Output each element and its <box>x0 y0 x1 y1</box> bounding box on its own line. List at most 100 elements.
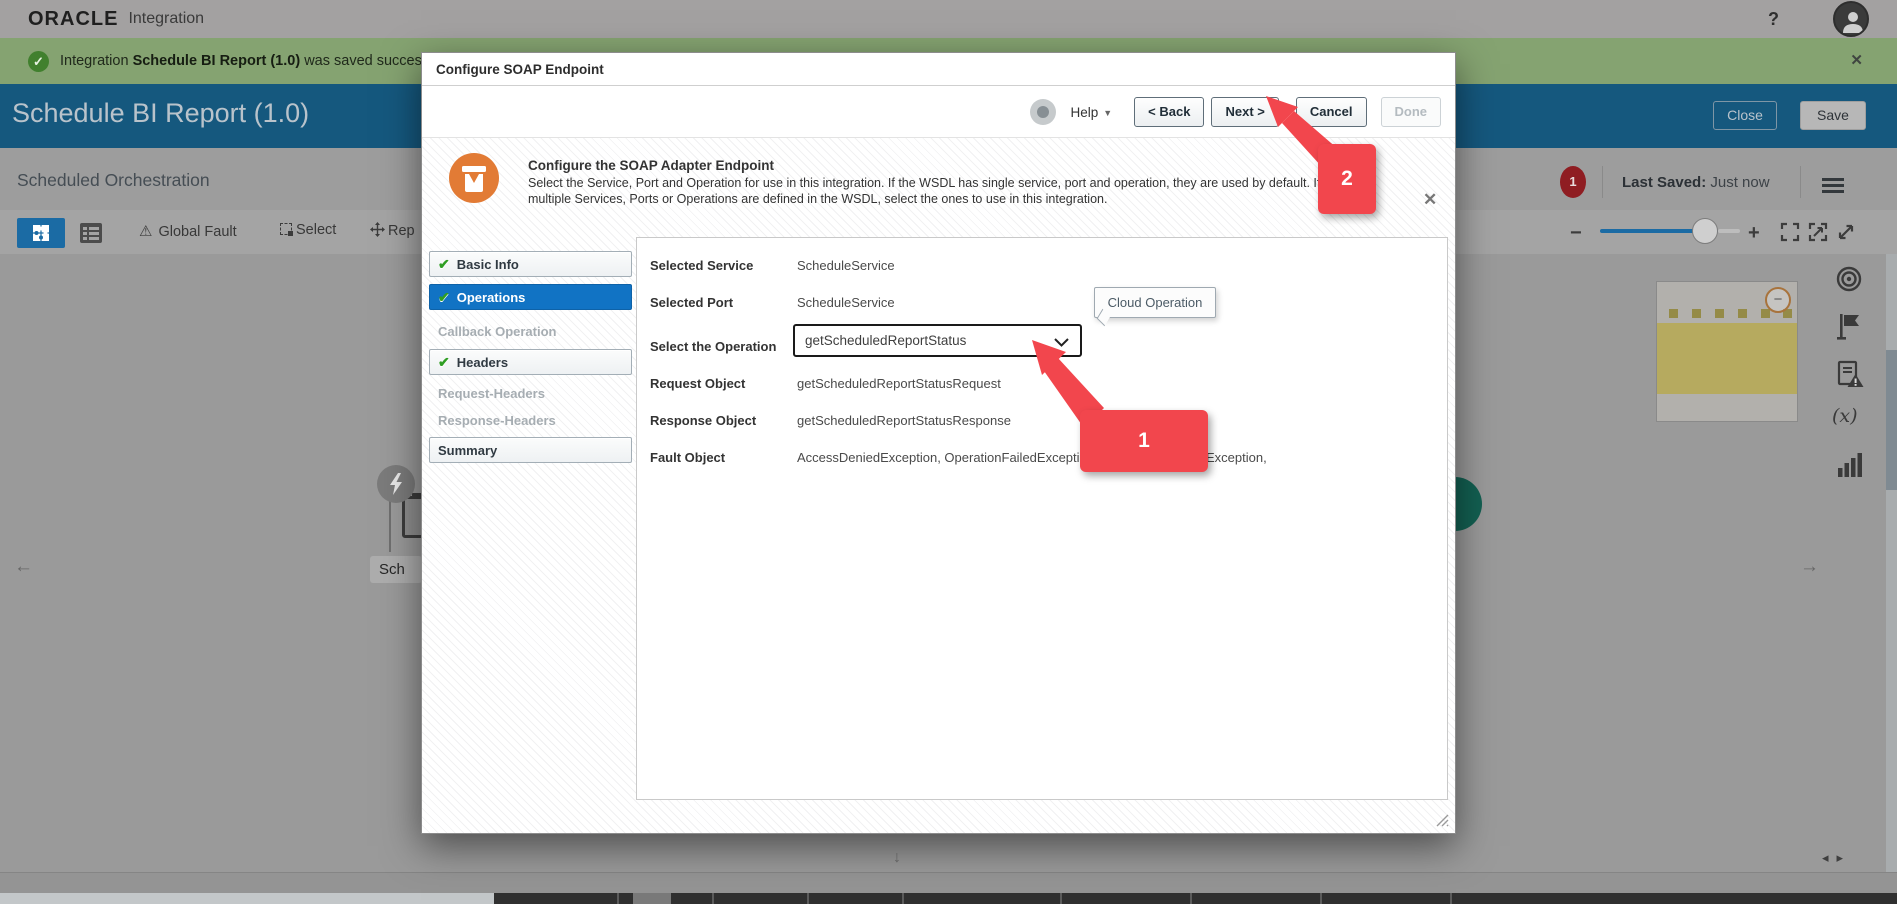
move-icon <box>370 222 385 237</box>
reposition-label: Rep <box>388 223 415 239</box>
help-menu[interactable]: Help <box>1070 105 1098 120</box>
check-icon <box>438 256 450 273</box>
canvas-view-button[interactable] <box>17 218 65 248</box>
puzzle-icon <box>31 223 51 243</box>
annotation-step-1: 1 <box>1080 410 1208 472</box>
last-saved-status: Last Saved: Just now <box>1622 174 1770 191</box>
reposition-tool-button[interactable]: Rep <box>370 222 415 239</box>
warning-icon: ⚠ <box>139 223 152 240</box>
step-summary[interactable]: Summary <box>429 437 632 463</box>
step-label: Callback Operation <box>438 324 556 339</box>
zoom-slider-track-rest <box>1718 229 1740 233</box>
soap-adapter-icon <box>449 153 499 203</box>
step-label: Basic Info <box>457 257 519 272</box>
step-request-headers: Request-Headers <box>429 381 632 405</box>
close-integration-button[interactable]: Close <box>1713 101 1777 130</box>
select-marquee-icon <box>280 223 292 235</box>
operations-form: Selected Service ScheduleService Selecte… <box>636 237 1448 800</box>
next-button[interactable]: Next > <box>1211 97 1278 127</box>
field-value: ScheduleService <box>797 258 895 273</box>
dialog-description-line1: Select the Service, Port and Operation f… <box>528 176 1320 190</box>
metadata-view-button[interactable] <box>76 219 106 247</box>
vertical-scrollbar[interactable] <box>1886 254 1897 872</box>
step-response-headers: Response-Headers <box>429 408 632 432</box>
orchestration-title: Scheduled Orchestration <box>17 170 210 191</box>
cloud-operation-tooltip: Cloud Operation <box>1094 287 1216 318</box>
scrollbar-thumb[interactable] <box>1886 350 1897 490</box>
divider <box>1800 166 1801 198</box>
step-operations[interactable]: Operations <box>429 284 632 310</box>
flag-icon[interactable] <box>1836 312 1862 340</box>
step-label: Response-Headers <box>438 413 556 428</box>
oracle-logo: ORACLE <box>28 8 118 31</box>
scroll-left-icon[interactable]: ← <box>14 556 33 578</box>
dialog-toolbar: Help ▼ < Back Next > Cancel Done <box>422 87 1455 138</box>
error-count-badge[interactable]: 1 <box>1560 166 1586 198</box>
step-basic-info[interactable]: Basic Info <box>429 251 632 277</box>
chart-icon[interactable] <box>1836 452 1862 478</box>
variables-icon[interactable]: (x) <box>1832 405 1858 427</box>
step-headers[interactable]: Headers <box>429 349 632 375</box>
resize-grip[interactable] <box>1436 814 1449 827</box>
connector-line <box>389 500 391 552</box>
product-name: Integration <box>128 10 204 28</box>
zoom-in-button[interactable]: + <box>1748 222 1760 245</box>
dialog-status-icon <box>1030 99 1056 125</box>
zoom-fit-icon[interactable] <box>1808 222 1828 242</box>
field-label: Response Object <box>650 413 756 428</box>
help-caret-icon[interactable]: ▼ <box>1103 108 1112 118</box>
success-check-icon: ✓ <box>28 51 49 72</box>
expand-icon[interactable] <box>1836 222 1856 242</box>
dialog-title: Configure SOAP Endpoint <box>422 53 1455 86</box>
target-icon[interactable] <box>1836 266 1862 292</box>
taskbar-strip <box>0 893 1897 904</box>
step-label: Request-Headers <box>438 386 545 401</box>
minimap-band <box>1657 323 1797 394</box>
banner-message: Integration Schedule BI Report (1.0) was… <box>60 53 458 69</box>
schedule-node[interactable] <box>377 465 415 503</box>
global-fault-button[interactable]: ⚠Global Fault <box>139 222 237 240</box>
error-list-icon[interactable] <box>1836 360 1864 388</box>
field-label: Select the Operation <box>650 339 776 354</box>
page-title: Schedule BI Report (1.0) <box>12 98 309 129</box>
field-label: Request Object <box>650 376 745 391</box>
hscroll-arrows[interactable]: ◂▸ <box>1822 850 1851 866</box>
field-value: getScheduledReportStatusResponse <box>797 413 1011 428</box>
person-icon <box>1839 7 1867 35</box>
help-icon[interactable]: ? <box>1768 9 1779 30</box>
lightning-icon <box>388 473 404 495</box>
app-header: ORACLE Integration ? <box>0 0 1897 38</box>
select-tool-button[interactable]: Select <box>280 222 336 238</box>
check-icon <box>438 354 450 371</box>
zoom-slider-handle[interactable] <box>1692 218 1718 244</box>
step-callback-operation: Callback Operation <box>429 319 632 343</box>
operation-dropdown[interactable]: getScheduledReportStatus <box>793 324 1082 357</box>
user-avatar[interactable] <box>1833 1 1869 37</box>
back-button[interactable]: < Back <box>1134 97 1204 127</box>
step-label: Headers <box>457 355 508 370</box>
oracle-integration-screen: ORACLE Integration ? ✓ Integration Sched… <box>0 0 1897 904</box>
step-label: Summary <box>438 443 497 458</box>
configure-soap-endpoint-dialog: Configure SOAP Endpoint Help ▼ < Back Ne… <box>421 52 1456 834</box>
scroll-down-icon[interactable]: ↓ <box>893 849 901 867</box>
save-integration-button[interactable]: Save <box>1800 101 1866 130</box>
cancel-button[interactable]: Cancel <box>1296 97 1367 127</box>
schedule-node-label: Sch <box>370 556 422 583</box>
dialog-body: ✕ Configure the SOAP Adapter Endpoint Se… <box>422 138 1455 833</box>
select-region-icon[interactable] <box>1780 222 1800 242</box>
wizard-steps: Basic Info Operations Callback Operation… <box>429 251 632 463</box>
zoom-out-button[interactable]: − <box>1570 222 1582 245</box>
tooltip-label: Cloud Operation <box>1108 295 1203 310</box>
chevron-down-icon <box>1054 338 1069 347</box>
menu-icon[interactable] <box>1822 178 1844 193</box>
banner-close-icon[interactable]: ✕ <box>1850 51 1863 69</box>
banner-prefix: Integration <box>60 53 129 69</box>
field-label: Selected Port <box>650 295 733 310</box>
minimap-collapse-button[interactable]: − <box>1765 287 1791 313</box>
list-view-icon <box>79 222 103 244</box>
scroll-right-icon[interactable]: → <box>1800 556 1819 578</box>
bottom-strip <box>0 872 1897 893</box>
annotation-step-2: 2 <box>1318 144 1376 214</box>
field-label: Selected Service <box>650 258 753 273</box>
dialog-close-icon[interactable]: ✕ <box>1423 190 1437 210</box>
